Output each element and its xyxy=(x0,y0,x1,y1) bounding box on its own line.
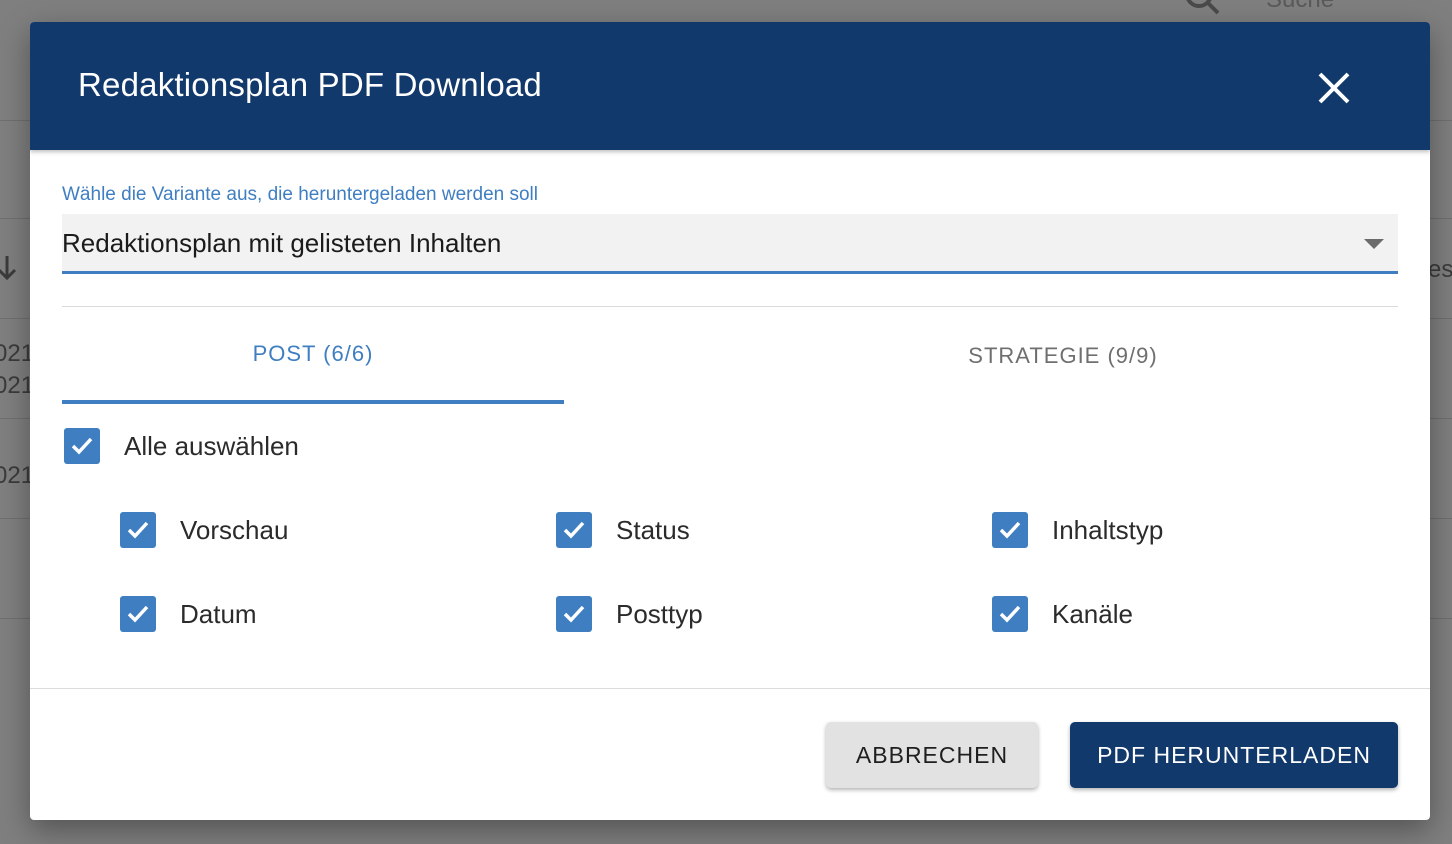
pdf-download-dialog: Redaktionsplan PDF Download Wähle die Va… xyxy=(30,22,1430,820)
select-all-checkbox[interactable]: Alle auswählen xyxy=(64,428,299,464)
checkbox-inhaltstyp[interactable]: Inhaltstyp xyxy=(992,512,1163,548)
background-search-input: Suche xyxy=(1266,0,1334,14)
cancel-button[interactable]: ABBRECHEN xyxy=(826,722,1038,788)
footer-divider xyxy=(30,688,1430,689)
checkbox-label: Posttyp xyxy=(616,598,703,629)
variant-select[interactable]: Redaktionsplan mit gelisteten Inhalten xyxy=(62,214,1398,274)
checkbox-kanaele[interactable]: Kanäle xyxy=(992,596,1133,632)
checkbox-posttyp[interactable]: Posttyp xyxy=(556,596,703,632)
tab-strategie[interactable]: STRATEGIE (9/9) xyxy=(812,308,1314,404)
checkbox-label: Vorschau xyxy=(180,514,289,545)
checkbox-checked-icon xyxy=(556,512,592,548)
close-icon xyxy=(1318,72,1350,104)
variant-select-label: Wähle die Variante aus, die heruntergela… xyxy=(62,184,539,205)
checkbox-label: Kanäle xyxy=(1052,598,1133,629)
checkbox-datum[interactable]: Datum xyxy=(120,596,257,632)
download-pdf-button[interactable]: PDF HERUNTERLADEN xyxy=(1070,722,1398,788)
background-date-fragment: 021 xyxy=(0,340,35,367)
sort-arrow-icon xyxy=(0,256,17,281)
variant-select-value: Redaktionsplan mit gelisteten Inhalten xyxy=(62,228,502,258)
tab-post[interactable]: POST (6/6) xyxy=(62,308,564,404)
background-date-fragment: 021 xyxy=(0,462,35,489)
checkbox-checked-icon xyxy=(120,512,156,548)
dialog-header: Redaktionsplan PDF Download xyxy=(30,22,1430,150)
checkbox-checked-icon xyxy=(64,428,100,464)
close-button[interactable] xyxy=(1308,62,1360,114)
search-icon xyxy=(1186,0,1220,15)
dropdown-arrow-icon xyxy=(1364,239,1384,249)
checkbox-checked-icon xyxy=(120,596,156,632)
dialog-title: Redaktionsplan PDF Download xyxy=(78,66,542,103)
checkbox-checked-icon xyxy=(992,596,1028,632)
section-divider xyxy=(62,306,1398,307)
checkbox-label: Datum xyxy=(180,598,257,629)
checkbox-label: Status xyxy=(616,514,690,545)
checkbox-status[interactable]: Status xyxy=(556,512,690,548)
checkbox-checked-icon xyxy=(556,596,592,632)
select-all-label: Alle auswählen xyxy=(124,430,299,461)
background-date-fragment: 021 xyxy=(0,372,35,399)
background-column-fragment: es xyxy=(1428,256,1452,283)
checkbox-vorschau[interactable]: Vorschau xyxy=(120,512,288,548)
checkbox-label: Inhaltstyp xyxy=(1052,514,1164,545)
checkbox-checked-icon xyxy=(992,512,1028,548)
